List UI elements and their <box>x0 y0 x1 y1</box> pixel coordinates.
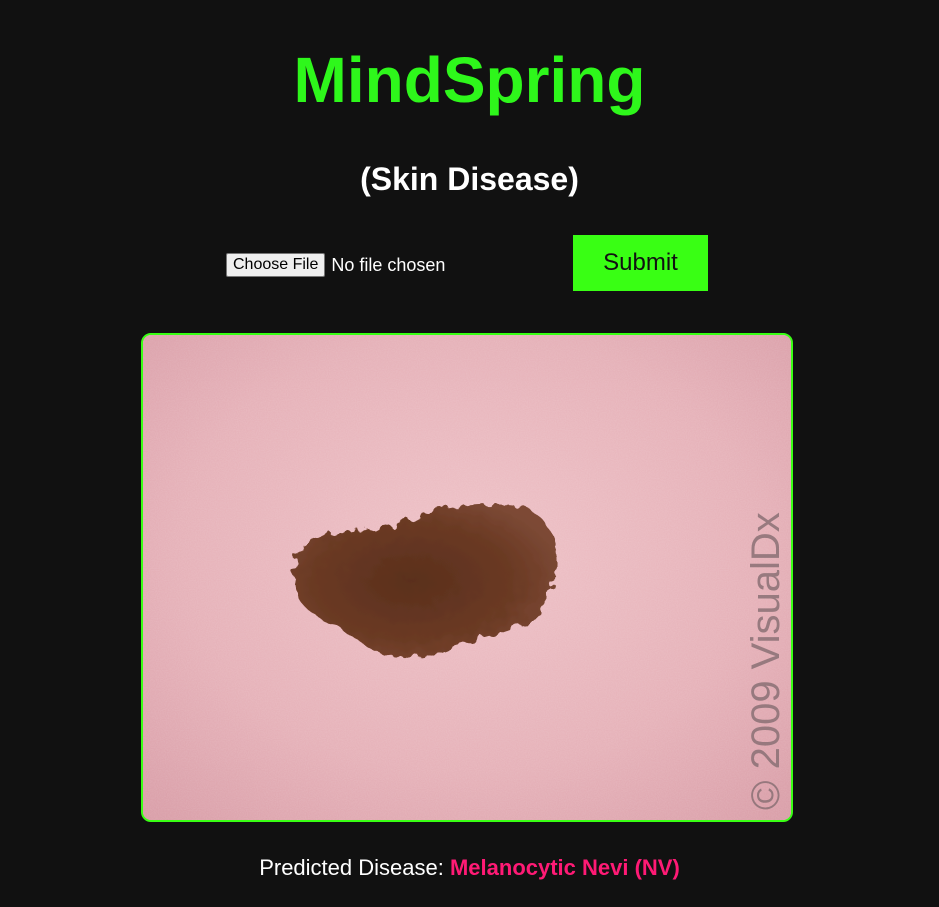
prediction-label: Predicted Disease: <box>259 855 444 880</box>
skin-lesion-photo: © 2009 VisualDx <box>143 335 791 820</box>
file-status-text: No file chosen <box>331 254 446 275</box>
predicted-disease-value: Melanocytic Nevi (NV) <box>449 855 680 880</box>
page-subtitle: (Skin Disease) <box>360 161 579 197</box>
uploaded-skin-image: © 2009 VisualDx <box>141 333 793 822</box>
app-title: MindSpring <box>293 44 646 116</box>
page: MindSpring (Skin Disease) Choose File No… <box>0 0 939 907</box>
choose-file-button[interactable]: Choose File <box>226 253 326 277</box>
file-upload-control[interactable]: Choose File No file chosen <box>226 252 445 278</box>
prediction-result: Predicted Disease: Melanocytic Nevi (NV) <box>0 854 939 882</box>
submit-button[interactable]: Submit <box>573 235 708 291</box>
watermark-text: © 2009 VisualDx <box>744 512 788 810</box>
